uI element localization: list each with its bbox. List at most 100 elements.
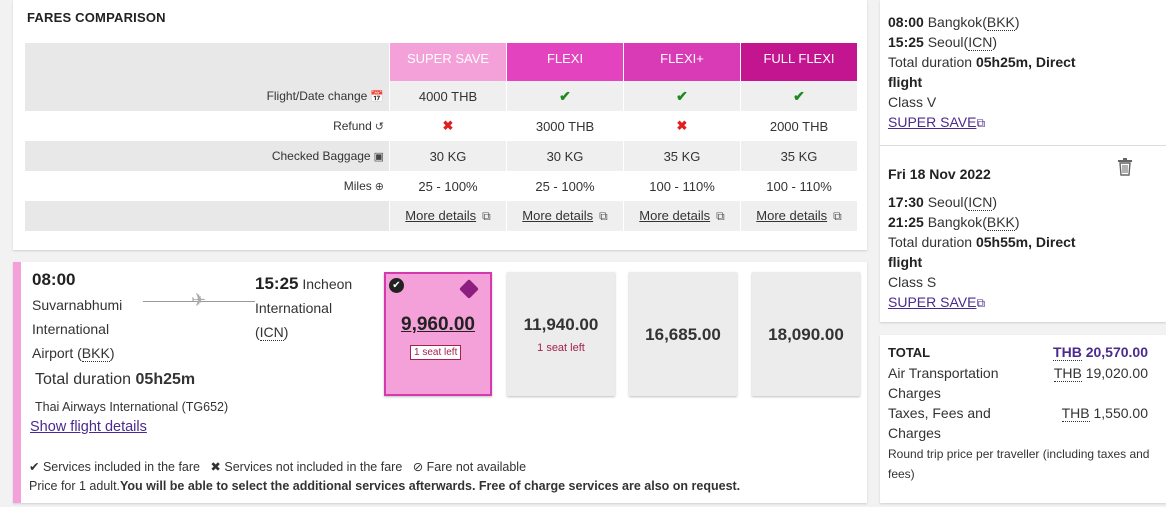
fares-comparison-title: FARES COMPARISON [27,10,166,25]
total-amount: THB 20,570.00 [1053,344,1148,361]
return-date: Fri 18 Nov 2022 [888,166,991,182]
external-link-icon: ⧉ [976,296,986,310]
not-available-icon: ⊘ [412,460,424,474]
fares-comparison-table: SUPER SAVE FLEXI FLEXI+ FULL FLEXI Fligh… [25,43,857,231]
check-icon: ✔ [676,87,688,104]
baggage-icon: ▣ [373,151,384,163]
fare-cell: 35 KG [740,141,857,171]
fare-amount: 9,960.00 [401,314,475,335]
dep-airport-line: Airport ( [32,345,82,361]
arrival-code: ICN [259,324,284,341]
plane-icon: ✈ [191,290,207,310]
departure-airport: Suvarnabhumi International Airport (BKK) [32,293,122,365]
selected-check-icon: ✔ [389,278,404,293]
fare-column-flexi: FLEXI [506,43,623,81]
total-label: TOTAL [888,345,931,360]
check-icon: ✔ [29,460,40,474]
divider [880,145,1166,146]
seats-left-badge: 1 seat left [410,345,462,360]
fare-option-flexi[interactable]: 11,940.00 1 seat left [507,272,615,396]
more-details-link[interactable]: More details [405,208,476,223]
total-duration: Total duration 05h25m [35,371,196,388]
taxes-label: Taxes, Fees and Charges [888,405,991,441]
fare-cell: 4000 THB [389,81,506,111]
fare-legend: ✔ Services included in the fare ✖ Servic… [29,460,527,474]
dep-code: BKK [81,345,110,362]
fare-cell: 3000 THB [506,111,623,141]
price-tag-icon [459,279,479,299]
seats-left-text: 1 seat left [537,342,585,354]
fare-row-baggage: Checked Baggage ▣ 30 KG 30 KG 35 KG 35 KG [25,141,857,171]
fare-column-super-save: SUPER SAVE [389,43,506,81]
arrival-time: 15:25 [255,274,299,293]
fare-row-miles: Miles ⊕ 25 - 100% 25 - 100% 100 - 110% 10… [25,171,857,201]
fares-comparison-panel: FARES COMPARISON SUPER SAVE FLEXI FLEXI+… [13,0,867,250]
more-details-link[interactable]: More details [639,208,710,223]
itinerary-summary: 08:00 Bangkok(BKK) 15:25 Seoul(ICN) Tota… [880,0,1166,322]
outbound-segment: 08:00 Bangkok(BKK) 15:25 Seoul(ICN) Tota… [888,14,1076,130]
plus-circle-icon: ⊕ [374,181,384,193]
calendar-icon: 📅 [370,91,384,103]
fare-cell: 100 - 110% [740,171,857,201]
departure-time: 08:00 [32,270,76,289]
flight-option-card: 08:00 Suvarnabhumi International Airport… [13,262,867,503]
fare-column-flexi-plus: FLEXI+ [623,43,740,81]
out-dep-time: 08:00 [888,14,924,30]
fare-option-full-flexi[interactable]: 18,090.00 [752,272,860,396]
dep-airport-line: Suvarnabhumi [32,297,123,313]
arrival-airport-line: International [255,300,333,316]
fare-cell: 100 - 110% [623,171,740,201]
external-link-icon: ⧉ [716,209,725,223]
fare-cell: 25 - 100% [389,171,506,201]
price-note: Price for 1 adult.You will be able to se… [29,479,741,493]
dep-airport-line: International [32,321,110,337]
ret-fare-link[interactable]: SUPER SAVE [888,294,976,310]
row-label: Flight/Date change [266,89,368,103]
external-link-icon: ⧉ [599,209,608,223]
fare-amount: 16,685.00 [645,325,721,344]
cross-icon: ✖ [442,118,454,133]
fare-row-date-change: Flight/Date change 📅 4000 THB ✔ ✔ ✔ [25,81,857,111]
fare-row-more-details: More details ⧉ More details ⧉ More details… [25,201,857,231]
cross-icon: ✖ [210,460,221,474]
fare-cell: 2000 THB [740,111,857,141]
fare-option-super-save[interactable]: ✔ 9,960.00 1 seat left [384,272,492,396]
dep-close: ) [109,345,115,361]
fare-amount: 11,940.00 [523,315,599,334]
external-link-icon: ⧉ [833,209,842,223]
air-charges-label: Air Transportation Charges [888,365,999,401]
more-details-link[interactable]: More details [756,208,827,223]
price-total-panel: TOTAL THB 20,570.00 Air Transportation Ch… [880,335,1166,503]
refund-icon: ↺ [374,121,384,133]
external-link-icon: ⧉ [482,209,491,223]
row-label: Checked Baggage [271,149,371,163]
external-link-icon: ⧉ [976,116,986,130]
arrival-info: 15:25 Incheon International (ICN) [255,274,353,341]
air-charges-amount: THB 19,020.00 [1053,365,1148,382]
row-label: Miles [343,179,372,193]
fare-column-full-flexi: FULL FLEXI [740,43,857,81]
out-fare-link[interactable]: SUPER SAVE [888,114,976,130]
trash-icon[interactable] [1117,158,1133,176]
check-icon: ✔ [793,87,805,104]
show-flight-details-link[interactable]: Show flight details [30,419,147,435]
fare-cell: 30 KG [506,141,623,171]
round-trip-note: Round trip price per traveller (includin… [888,447,1150,481]
arrival-city: Incheon [302,276,353,292]
fare-cell: 35 KG [623,141,740,171]
cross-icon: ✖ [676,118,688,133]
out-arr-time: 15:25 [888,34,924,50]
out-class: Class V [888,94,937,110]
fare-cell: 30 KG [389,141,506,171]
taxes-amount: THB 1,550.00 [1061,405,1148,422]
airline-name: Thai Airways International (TG652) [35,400,229,414]
more-details-link[interactable]: More details [522,208,593,223]
fare-cell: 25 - 100% [506,171,623,201]
fare-amount: 18,090.00 [768,325,844,344]
ret-class: Class S [888,274,937,290]
fare-row-refund: Refund ↺ ✖ 3000 THB ✖ 2000 THB [25,111,857,141]
row-label: Refund [333,119,372,133]
check-icon: ✔ [559,87,571,104]
fare-option-flexi-plus[interactable]: 16,685.00 [629,272,737,396]
return-segment: Fri 18 Nov 2022 17:30 Seoul(ICN) 21:25 B… [888,166,1076,310]
